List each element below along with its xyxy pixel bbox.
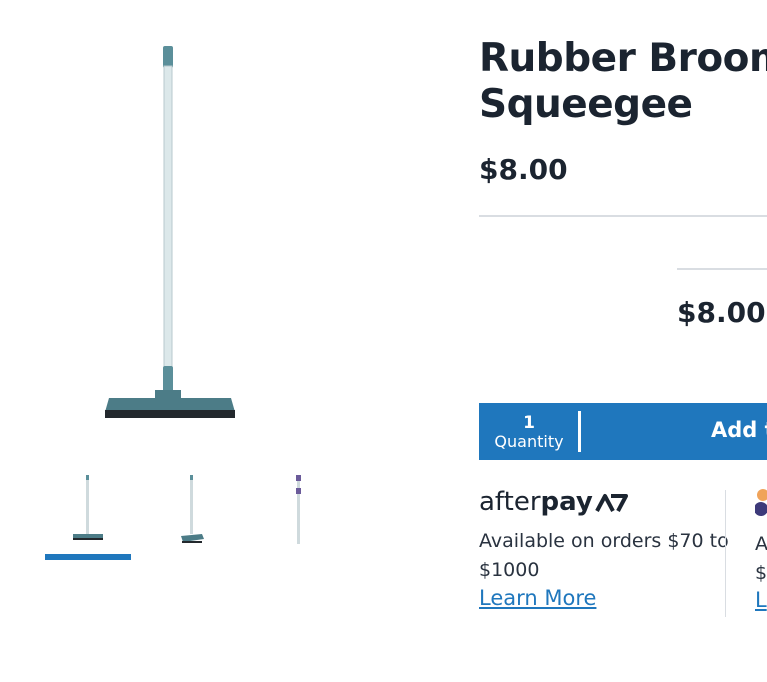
quantity-label: Quantity xyxy=(494,432,564,451)
afterpay-arrows-icon xyxy=(595,493,628,512)
second-payment-panel: A $ L xyxy=(754,488,767,612)
quantity-selector[interactable]: 1 Quantity xyxy=(479,403,579,460)
selected-thumbnail-indicator xyxy=(45,554,131,560)
afterpay-logo: afterpay xyxy=(479,485,729,519)
thumbnail-3[interactable] xyxy=(255,470,341,552)
divider xyxy=(725,490,726,617)
add-to-cart-button[interactable]: Add t xyxy=(711,418,767,442)
divider xyxy=(479,215,767,217)
thumbnail-1[interactable] xyxy=(45,470,131,552)
second-payment-text-line-1: A xyxy=(755,533,767,555)
add-to-cart-bar: 1 Quantity Add t xyxy=(479,403,767,460)
afterpay-logo-bold: pay xyxy=(540,487,593,517)
quantity-value: 1 xyxy=(523,413,535,433)
second-payment-text-line-2: $ xyxy=(755,562,767,584)
payment-logo-icon xyxy=(754,489,767,516)
afterpay-learn-more-link[interactable]: Learn More xyxy=(479,586,596,610)
product-price: $8.00 xyxy=(479,153,568,186)
product-title-line-1: Rubber Broom xyxy=(479,36,767,81)
divider xyxy=(677,268,767,270)
product-main-image[interactable] xyxy=(95,40,245,430)
product-info: Rubber Broom Squeegee $8.00 $8.00 1 Quan… xyxy=(479,0,767,682)
afterpay-logo-light: after xyxy=(479,487,541,517)
afterpay-text: Available on orders $70 to $1000 xyxy=(479,530,729,581)
afterpay-panel: afterpay Available on orders $70 to $100… xyxy=(479,485,729,610)
second-payment-text: A $ xyxy=(755,530,767,588)
product-gallery xyxy=(0,0,470,682)
second-payment-learn-more-link[interactable]: L xyxy=(755,588,767,612)
buy-box-price-value: $8.00 xyxy=(677,296,766,329)
product-title-line-2: Squeegee xyxy=(479,82,693,127)
thumbnail-2[interactable] xyxy=(148,470,234,552)
quantity-separator xyxy=(578,411,581,452)
buy-box-price: $8.00 xyxy=(677,296,766,329)
product-title: Rubber Broom Squeegee xyxy=(479,36,767,128)
